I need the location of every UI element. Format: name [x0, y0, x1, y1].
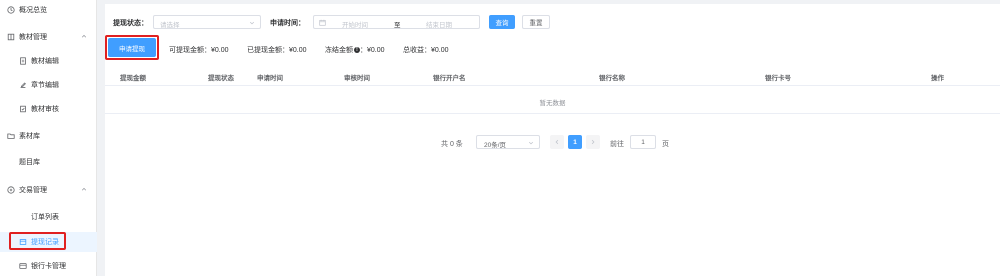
edit-icon	[19, 81, 27, 89]
column-header: 审核时间	[344, 75, 370, 82]
sidebar-item-label: 教材管理	[19, 34, 47, 41]
chevron-up-icon	[81, 187, 87, 191]
sidebar-item-label: 章节编辑	[31, 82, 59, 89]
column-header: 操作	[931, 75, 944, 82]
sidebar-item-trade-management[interactable]: 交易管理	[0, 180, 97, 200]
sidebar-item-label: 教材编辑	[31, 58, 59, 65]
sidebar-item-label: 教材审核	[31, 106, 59, 113]
goto-page-input[interactable]: 1	[630, 135, 656, 149]
date-range-picker[interactable]: 开始时间 至 结束日期	[313, 15, 480, 29]
sidebar-item-overview[interactable]: 概况总览	[0, 0, 97, 20]
page-size-value: 20条/页	[484, 142, 507, 149]
column-header: 银行开户名	[433, 75, 466, 82]
chevron-right-icon	[591, 139, 595, 145]
apply-time-label: 申请时间：	[270, 20, 305, 27]
trade-icon	[7, 186, 15, 194]
chevron-down-icon	[528, 141, 534, 145]
sidebar-item-textbook-management[interactable]: 教材管理	[0, 27, 97, 47]
available-amount: 可提现金额：¥0.00	[169, 47, 229, 54]
sidebar-item-question-bank[interactable]: 题目库	[0, 152, 97, 172]
frozen-amount-value: ：¥0.00	[360, 47, 385, 54]
column-header: 申请时间	[257, 75, 283, 82]
sidebar-item-textbook-edit[interactable]: 教材编辑	[0, 51, 97, 71]
sidebar-item-label: 题目库	[19, 159, 40, 166]
highlight-box	[105, 35, 159, 60]
sidebar-item-chapter-edit[interactable]: 章节编辑	[0, 75, 97, 95]
page-number-current[interactable]: 1	[568, 135, 582, 149]
table-header: 提现金额 提现状态 申请时间 审核时间 银行开户名 银行名称 银行卡号 操作	[105, 66, 1000, 86]
search-button[interactable]: 查询	[489, 15, 515, 29]
folder-icon	[7, 132, 15, 140]
empty-text: 暂无数据	[539, 100, 566, 107]
pagination-total: 共 0 条	[441, 141, 463, 148]
document-icon	[19, 57, 27, 65]
sidebar-item-label: 银行卡管理	[31, 263, 66, 270]
prev-page-button[interactable]	[550, 135, 564, 149]
withdrawn-amount: 已提现金额：¥0.00	[247, 47, 307, 54]
column-header: 银行卡号	[765, 75, 791, 82]
next-page-button[interactable]	[586, 135, 600, 149]
highlight-box	[9, 232, 66, 250]
frozen-amount-label: 冻结金额	[325, 47, 353, 54]
status-select[interactable]: 请选择	[153, 15, 261, 29]
table-empty-row: 暂无数据	[105, 86, 1000, 114]
status-select-placeholder: 请选择	[160, 22, 180, 29]
chevron-up-icon	[81, 34, 87, 38]
sidebar-item-textbook-audit[interactable]: 教材审核	[0, 99, 97, 119]
sidebar-item-label: 交易管理	[19, 187, 47, 194]
column-header: 银行名称	[599, 75, 625, 82]
reset-button[interactable]: 重置	[522, 15, 550, 29]
sidebar-item-label: 订单列表	[31, 214, 59, 221]
goto-label: 前往	[610, 141, 624, 148]
audit-icon	[19, 105, 27, 113]
calendar-icon	[319, 19, 326, 26]
chevron-left-icon	[555, 139, 559, 145]
sidebar-item-order-list[interactable]: 订单列表	[0, 207, 97, 227]
page-size-select[interactable]: 20条/页	[476, 135, 540, 149]
sidebar-item-material-library[interactable]: 素材库	[0, 126, 97, 146]
end-date-placeholder: 结束日期	[426, 22, 452, 29]
content-panel: 提现状态： 请选择 申请时间： 开始时间 至 结束日期 查询 重置 申请提现 可…	[105, 4, 1000, 276]
page-suffix: 页	[662, 141, 669, 148]
sidebar-item-label: 概况总览	[19, 7, 47, 14]
start-date-placeholder: 开始时间	[342, 22, 368, 29]
date-range-separator: 至	[394, 22, 401, 29]
clock-icon	[7, 6, 15, 14]
sidebar-item-label: 素材库	[19, 133, 40, 140]
total-income: 总收益：¥0.00	[403, 47, 449, 54]
sidebar-item-bank-card-management[interactable]: 银行卡管理	[0, 256, 97, 276]
book-icon	[7, 33, 15, 41]
frozen-amount: 冻结金额! ：¥0.00	[325, 45, 385, 55]
card-icon	[19, 262, 27, 270]
main-content: 提现状态： 请选择 申请时间： 开始时间 至 结束日期 查询 重置 申请提现 可…	[97, 0, 1000, 276]
column-header: 提现金额	[120, 75, 146, 82]
status-filter-label: 提现状态：	[113, 20, 148, 27]
chevron-down-icon	[249, 21, 255, 25]
column-header: 提现状态	[208, 75, 234, 82]
